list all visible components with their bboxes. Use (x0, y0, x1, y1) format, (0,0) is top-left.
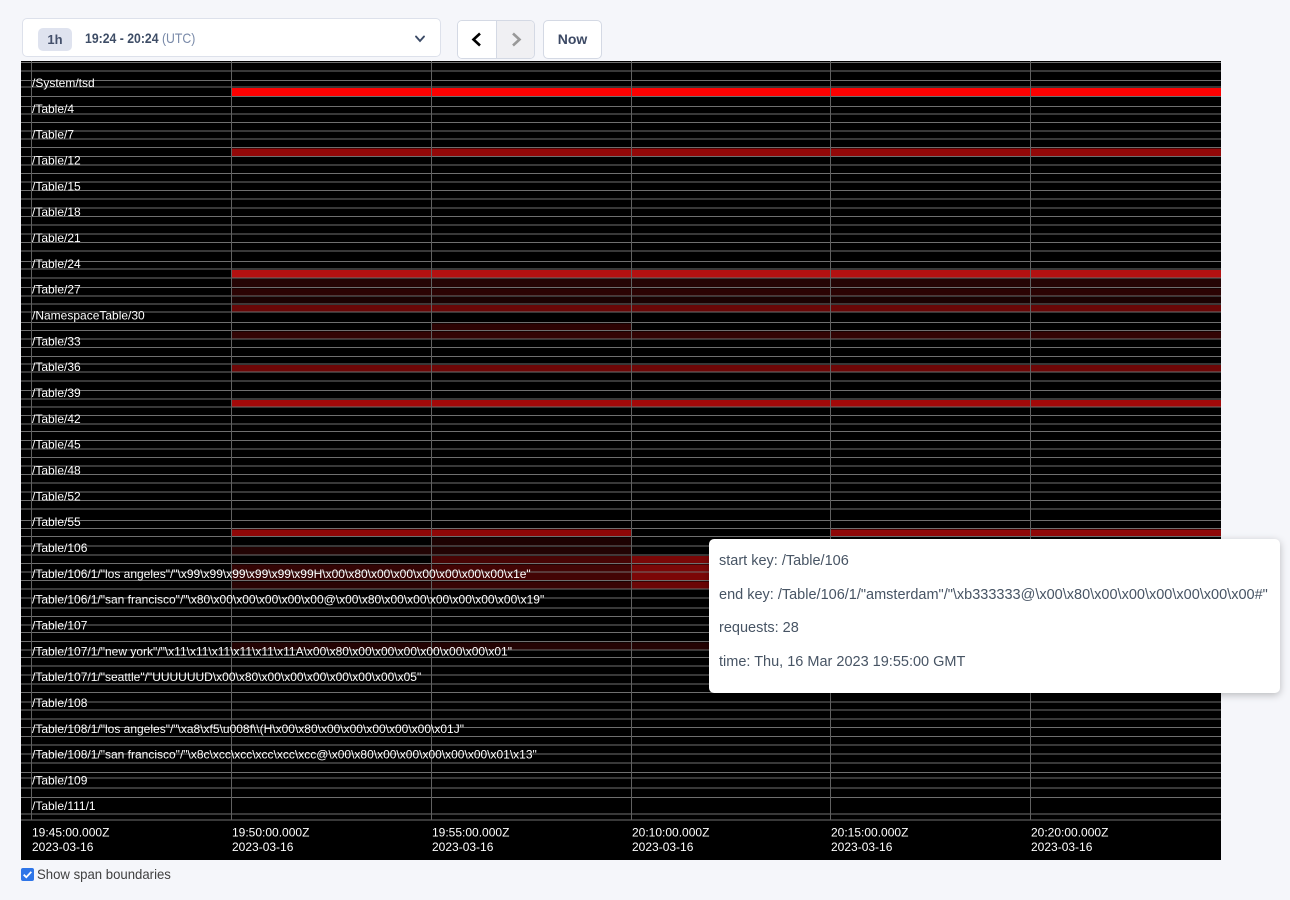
svg-text:19:45:00.000Z: 19:45:00.000Z (32, 826, 109, 840)
svg-text:19:55:00.000Z: 19:55:00.000Z (432, 826, 509, 840)
svg-text:/Table/108/1/"san francisco"/": /Table/108/1/"san francisco"/"\x8c\xcc\x… (32, 748, 537, 762)
svg-text:/Table/106: /Table/106 (32, 541, 88, 555)
svg-text:/Table/21: /Table/21 (32, 231, 81, 245)
svg-text:19:50:00.000Z: 19:50:00.000Z (232, 826, 309, 840)
svg-text:2023-03-16: 2023-03-16 (1031, 840, 1093, 854)
svg-text:/Table/15: /Table/15 (32, 179, 81, 193)
svg-text:/Table/108/1/"los angeles"/"\x: /Table/108/1/"los angeles"/"\xa8\xf5\u00… (32, 722, 464, 736)
svg-text:2023-03-16: 2023-03-16 (831, 840, 893, 854)
svg-text:/Table/52: /Table/52 (32, 489, 81, 503)
svg-text:20:20:00.000Z: 20:20:00.000Z (1031, 826, 1108, 840)
svg-text:/Table/48: /Table/48 (32, 463, 81, 477)
svg-text:/Table/45: /Table/45 (32, 438, 81, 452)
svg-text:2023-03-16: 2023-03-16 (632, 840, 694, 854)
svg-text:/Table/36: /Table/36 (32, 360, 81, 374)
svg-text:/Table/4: /Table/4 (32, 102, 74, 116)
svg-text:/Table/12: /Table/12 (32, 154, 81, 168)
svg-text:/Table/107/1/"seattle"/"UUUUUU: /Table/107/1/"seattle"/"UUUUUUD\x00\x80\… (32, 670, 421, 684)
svg-text:/Table/7: /Table/7 (32, 128, 74, 142)
svg-text:/Table/39: /Table/39 (32, 386, 81, 400)
svg-text:/Table/33: /Table/33 (32, 334, 81, 348)
svg-text:/Table/55: /Table/55 (32, 515, 81, 529)
svg-text:/Table/107/1/"new york"/"\x11\: /Table/107/1/"new york"/"\x11\x11\x11\x1… (32, 644, 512, 658)
svg-text:/Table/108: /Table/108 (32, 696, 88, 710)
svg-text:/Table/107: /Table/107 (32, 618, 88, 632)
svg-text:/Table/106/1/"san francisco"/": /Table/106/1/"san francisco"/"\x80\x00\x… (32, 593, 544, 607)
svg-text:2023-03-16: 2023-03-16 (232, 840, 294, 854)
svg-text:/Table/106/1/"los angeles"/"\x: /Table/106/1/"los angeles"/"\x99\x99\x99… (32, 567, 531, 581)
svg-text:/Table/27: /Table/27 (32, 283, 81, 297)
svg-text:20:15:00.000Z: 20:15:00.000Z (831, 826, 908, 840)
svg-text:2023-03-16: 2023-03-16 (432, 840, 494, 854)
svg-text:2023-03-16: 2023-03-16 (32, 840, 94, 854)
svg-text:20:10:00.000Z: 20:10:00.000Z (632, 826, 709, 840)
svg-text:/Table/111/1: /Table/111/1 (32, 799, 96, 813)
svg-text:/Table/24: /Table/24 (32, 257, 81, 271)
svg-text:/Table/42: /Table/42 (32, 412, 81, 426)
svg-text:/Table/18: /Table/18 (32, 205, 81, 219)
svg-text:/System/tsd: /System/tsd (32, 76, 95, 90)
svg-text:/NamespaceTable/30: /NamespaceTable/30 (32, 309, 145, 323)
svg-text:/Table/109: /Table/109 (32, 773, 88, 787)
